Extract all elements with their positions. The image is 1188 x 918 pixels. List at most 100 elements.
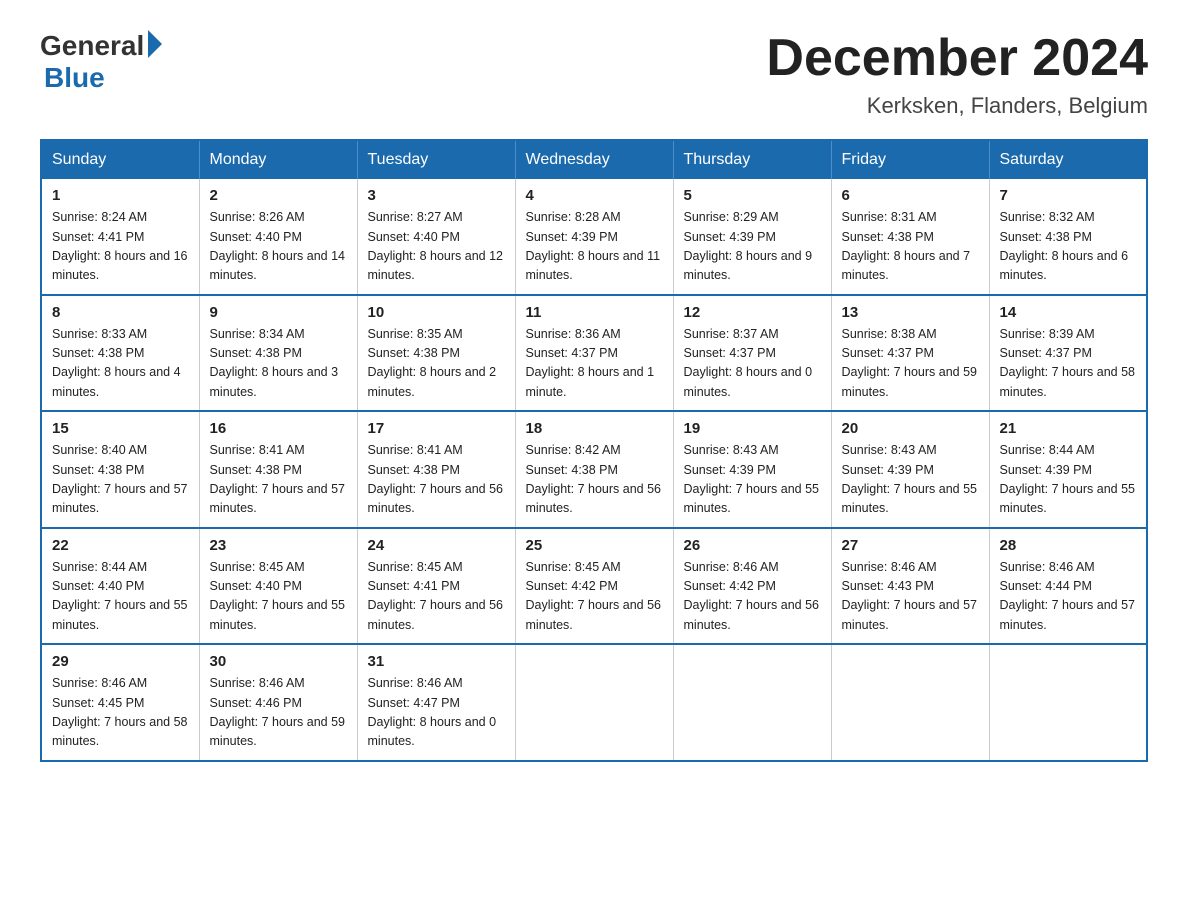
- day-info: Sunrise: 8:42 AMSunset: 4:38 PMDaylight:…: [526, 443, 662, 515]
- day-info: Sunrise: 8:44 AMSunset: 4:39 PMDaylight:…: [1000, 443, 1136, 515]
- calendar-cell: [673, 644, 831, 761]
- day-number: 14: [1000, 304, 1137, 321]
- calendar-cell: 14 Sunrise: 8:39 AMSunset: 4:37 PMDayligh…: [989, 295, 1147, 412]
- day-info: Sunrise: 8:34 AMSunset: 4:38 PMDaylight:…: [210, 327, 339, 399]
- col-wednesday: Wednesday: [515, 140, 673, 179]
- day-number: 30: [210, 653, 347, 670]
- day-info: Sunrise: 8:43 AMSunset: 4:39 PMDaylight:…: [684, 443, 820, 515]
- calendar-body: 1Sunrise: 8:24 AMSunset: 4:41 PMDaylight…: [41, 179, 1147, 761]
- calendar-cell: 19 Sunrise: 8:43 AMSunset: 4:39 PMDayligh…: [673, 411, 831, 528]
- calendar-cell: 29 Sunrise: 8:46 AMSunset: 4:45 PMDayligh…: [41, 644, 199, 761]
- calendar-cell: 12 Sunrise: 8:37 AMSunset: 4:37 PMDayligh…: [673, 295, 831, 412]
- day-info: Sunrise: 8:45 AMSunset: 4:42 PMDaylight:…: [526, 560, 662, 632]
- month-title: December 2024: [766, 30, 1148, 87]
- calendar-cell: [989, 644, 1147, 761]
- day-info: Sunrise: 8:46 AMSunset: 4:42 PMDaylight:…: [684, 560, 820, 632]
- day-info: Sunrise: 8:46 AMSunset: 4:45 PMDaylight:…: [52, 676, 188, 748]
- calendar-cell: [831, 644, 989, 761]
- day-info: Sunrise: 8:46 AMSunset: 4:43 PMDaylight:…: [842, 560, 978, 632]
- day-info: Sunrise: 8:32 AMSunset: 4:38 PMDaylight:…: [1000, 210, 1129, 282]
- calendar-cell: 24Sunrise: 8:45 AMSunset: 4:41 PMDayligh…: [357, 528, 515, 645]
- day-info: Sunrise: 8:29 AMSunset: 4:39 PMDaylight:…: [684, 210, 813, 282]
- calendar-week-row: 8 Sunrise: 8:33 AMSunset: 4:38 PMDaylight…: [41, 295, 1147, 412]
- day-number: 3: [368, 187, 505, 204]
- col-thursday: Thursday: [673, 140, 831, 179]
- calendar-cell: 4 Sunrise: 8:28 AMSunset: 4:39 PMDaylight…: [515, 179, 673, 295]
- calendar-cell: 30Sunrise: 8:46 AMSunset: 4:46 PMDayligh…: [199, 644, 357, 761]
- day-number: 29: [52, 653, 189, 670]
- day-number: 4: [526, 187, 663, 204]
- logo-blue-text: Blue: [44, 62, 105, 94]
- calendar-cell: 23Sunrise: 8:45 AMSunset: 4:40 PMDayligh…: [199, 528, 357, 645]
- calendar-cell: 28 Sunrise: 8:46 AMSunset: 4:44 PMDayligh…: [989, 528, 1147, 645]
- col-saturday: Saturday: [989, 140, 1147, 179]
- day-number: 15: [52, 420, 189, 437]
- day-info: Sunrise: 8:40 AMSunset: 4:38 PMDaylight:…: [52, 443, 188, 515]
- calendar-cell: 15 Sunrise: 8:40 AMSunset: 4:38 PMDayligh…: [41, 411, 199, 528]
- day-info: Sunrise: 8:33 AMSunset: 4:38 PMDaylight:…: [52, 327, 181, 399]
- title-area: December 2024 Kerksken, Flanders, Belgiu…: [766, 30, 1148, 119]
- page-header: General Blue December 2024 Kerksken, Fla…: [40, 30, 1148, 119]
- day-info: Sunrise: 8:28 AMSunset: 4:39 PMDaylight:…: [526, 210, 661, 282]
- day-info: Sunrise: 8:46 AMSunset: 4:44 PMDaylight:…: [1000, 560, 1136, 632]
- day-number: 18: [526, 420, 663, 437]
- day-info: Sunrise: 8:35 AMSunset: 4:38 PMDaylight:…: [368, 327, 497, 399]
- day-number: 8: [52, 304, 189, 321]
- col-sunday: Sunday: [41, 140, 199, 179]
- calendar-cell: 25Sunrise: 8:45 AMSunset: 4:42 PMDayligh…: [515, 528, 673, 645]
- logo-general-text: General: [40, 30, 144, 62]
- day-number: 17: [368, 420, 505, 437]
- calendar-cell: 3 Sunrise: 8:27 AMSunset: 4:40 PMDaylight…: [357, 179, 515, 295]
- calendar-week-row: 22 Sunrise: 8:44 AMSunset: 4:40 PMDayligh…: [41, 528, 1147, 645]
- calendar-week-row: 29 Sunrise: 8:46 AMSunset: 4:45 PMDayligh…: [41, 644, 1147, 761]
- day-number: 1: [52, 187, 189, 204]
- day-number: 12: [684, 304, 821, 321]
- calendar-cell: 17 Sunrise: 8:41 AMSunset: 4:38 PMDayligh…: [357, 411, 515, 528]
- calendar-cell: 6 Sunrise: 8:31 AMSunset: 4:38 PMDaylight…: [831, 179, 989, 295]
- day-number: 5: [684, 187, 821, 204]
- day-number: 24: [368, 537, 505, 554]
- day-info: Sunrise: 8:41 AMSunset: 4:38 PMDaylight:…: [210, 443, 346, 515]
- day-number: 22: [52, 537, 189, 554]
- calendar-week-row: 15 Sunrise: 8:40 AMSunset: 4:38 PMDayligh…: [41, 411, 1147, 528]
- calendar-cell: 8 Sunrise: 8:33 AMSunset: 4:38 PMDaylight…: [41, 295, 199, 412]
- day-number: 19: [684, 420, 821, 437]
- day-number: 6: [842, 187, 979, 204]
- day-info: Sunrise: 8:31 AMSunset: 4:38 PMDaylight:…: [842, 210, 971, 282]
- day-info: Sunrise: 8:37 AMSunset: 4:37 PMDaylight:…: [684, 327, 813, 399]
- calendar-cell: 16Sunrise: 8:41 AMSunset: 4:38 PMDayligh…: [199, 411, 357, 528]
- calendar-cell: 31Sunrise: 8:46 AMSunset: 4:47 PMDayligh…: [357, 644, 515, 761]
- day-number: 9: [210, 304, 347, 321]
- day-number: 11: [526, 304, 663, 321]
- day-info: Sunrise: 8:26 AMSunset: 4:40 PMDaylight:…: [210, 210, 346, 282]
- day-info: Sunrise: 8:41 AMSunset: 4:38 PMDaylight:…: [368, 443, 504, 515]
- day-number: 7: [1000, 187, 1137, 204]
- calendar-cell: 5 Sunrise: 8:29 AMSunset: 4:39 PMDaylight…: [673, 179, 831, 295]
- day-info: Sunrise: 8:45 AMSunset: 4:40 PMDaylight:…: [210, 560, 346, 632]
- calendar-cell: 9 Sunrise: 8:34 AMSunset: 4:38 PMDaylight…: [199, 295, 357, 412]
- calendar-header: Sunday Monday Tuesday Wednesday Thursday…: [41, 140, 1147, 179]
- calendar-cell: 26 Sunrise: 8:46 AMSunset: 4:42 PMDayligh…: [673, 528, 831, 645]
- calendar-table: Sunday Monday Tuesday Wednesday Thursday…: [40, 139, 1148, 762]
- col-tuesday: Tuesday: [357, 140, 515, 179]
- day-info: Sunrise: 8:44 AMSunset: 4:40 PMDaylight:…: [52, 560, 188, 632]
- calendar-cell: 1Sunrise: 8:24 AMSunset: 4:41 PMDaylight…: [41, 179, 199, 295]
- day-number: 20: [842, 420, 979, 437]
- day-number: 26: [684, 537, 821, 554]
- calendar-cell: 20Sunrise: 8:43 AMSunset: 4:39 PMDayligh…: [831, 411, 989, 528]
- col-friday: Friday: [831, 140, 989, 179]
- col-monday: Monday: [199, 140, 357, 179]
- calendar-week-row: 1Sunrise: 8:24 AMSunset: 4:41 PMDaylight…: [41, 179, 1147, 295]
- day-info: Sunrise: 8:36 AMSunset: 4:37 PMDaylight:…: [526, 327, 655, 399]
- calendar-cell: 10Sunrise: 8:35 AMSunset: 4:38 PMDayligh…: [357, 295, 515, 412]
- day-info: Sunrise: 8:46 AMSunset: 4:47 PMDaylight:…: [368, 676, 497, 748]
- day-info: Sunrise: 8:38 AMSunset: 4:37 PMDaylight:…: [842, 327, 978, 399]
- day-info: Sunrise: 8:27 AMSunset: 4:40 PMDaylight:…: [368, 210, 504, 282]
- day-info: Sunrise: 8:39 AMSunset: 4:37 PMDaylight:…: [1000, 327, 1136, 399]
- day-number: 28: [1000, 537, 1137, 554]
- calendar-cell: 22 Sunrise: 8:44 AMSunset: 4:40 PMDayligh…: [41, 528, 199, 645]
- calendar-cell: 2Sunrise: 8:26 AMSunset: 4:40 PMDaylight…: [199, 179, 357, 295]
- calendar-cell: 18 Sunrise: 8:42 AMSunset: 4:38 PMDayligh…: [515, 411, 673, 528]
- header-row: Sunday Monday Tuesday Wednesday Thursday…: [41, 140, 1147, 179]
- day-number: 13: [842, 304, 979, 321]
